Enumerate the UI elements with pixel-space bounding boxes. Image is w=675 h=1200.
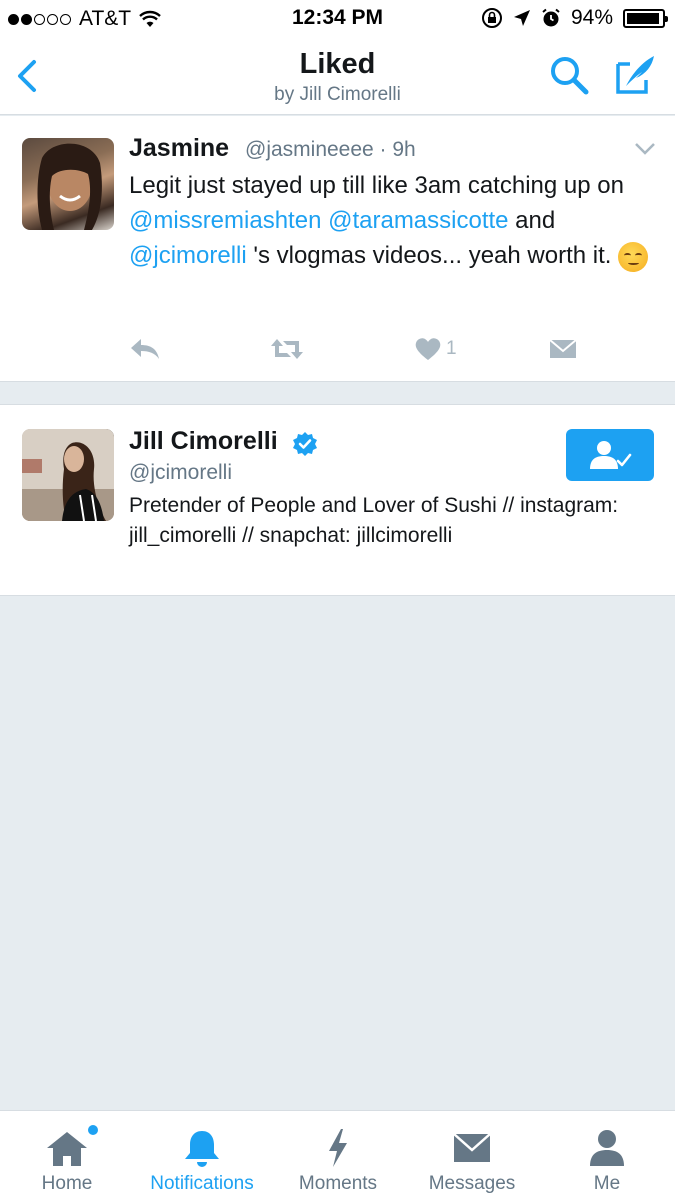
tweet-text-part: 's vlogmas videos... yeah worth it. — [246, 242, 619, 269]
rotation-lock-icon — [481, 8, 502, 28]
tab-messages[interactable]: Messages — [420, 1111, 524, 1200]
following-button[interactable] — [566, 429, 654, 481]
chevron-down-icon[interactable] — [634, 142, 656, 156]
tab-label: Messages — [428, 1173, 516, 1194]
heart-icon — [415, 338, 441, 360]
liked-tweet[interactable]: Jasmine @jasmineeee · 9h Legit just stay… — [0, 116, 675, 382]
profile-handle: @jcimorelli — [129, 461, 232, 484]
lightning-icon — [325, 1125, 351, 1171]
mention-link[interactable]: @missremiashten — [129, 207, 321, 234]
like-count: 1 — [446, 338, 457, 359]
battery-level-fill — [627, 12, 659, 24]
tweet-author-handle: @jasmineeee · 9h — [245, 138, 416, 161]
tab-bar: Home Notifications Moments Messages Me — [0, 1110, 675, 1200]
mention-link[interactable]: @jcimorelli — [129, 242, 247, 269]
verified-badge-icon — [293, 432, 317, 456]
like-button[interactable]: 1 — [414, 334, 457, 364]
tab-label: Me — [593, 1173, 621, 1194]
tab-label: Home — [41, 1173, 93, 1194]
liker-profile-card[interactable]: Jill Cimorelli @jcimorelli Pretender of … — [0, 404, 675, 596]
avatar-photo — [22, 429, 114, 521]
avatar-photo — [37, 143, 102, 230]
avatar[interactable] — [22, 429, 114, 521]
profile-bio: Pretender of People and Lover of Sushi /… — [129, 494, 619, 547]
tab-home[interactable]: Home — [24, 1111, 110, 1200]
tab-moments[interactable]: Moments — [290, 1111, 386, 1200]
person-check-icon — [590, 441, 632, 469]
search-icon[interactable] — [548, 54, 590, 96]
tab-notifications[interactable]: Notifications — [138, 1111, 266, 1200]
bell-icon — [182, 1125, 222, 1171]
tab-label: Notifications — [150, 1173, 254, 1194]
avatar[interactable] — [22, 138, 114, 230]
location-arrow-icon — [513, 10, 530, 26]
tweet-text: Legit just stayed up till like 3am catch… — [129, 168, 659, 273]
tweet-text-part: and — [508, 207, 556, 234]
tab-me[interactable]: Me — [570, 1111, 644, 1200]
tweet-actions: 1 — [129, 334, 589, 364]
reply-icon — [131, 339, 159, 359]
person-icon — [588, 1125, 626, 1171]
tab-label: Moments — [298, 1173, 378, 1194]
tweet-author-name[interactable]: Jasmine — [129, 134, 229, 163]
retweet-icon — [271, 339, 303, 359]
battery-percent: 94% — [570, 6, 613, 29]
reply-button[interactable] — [129, 334, 161, 364]
direct-message-button[interactable] — [549, 334, 577, 364]
home-icon — [45, 1125, 89, 1171]
new-activity-dot — [88, 1125, 98, 1135]
profile-name[interactable]: Jill Cimorelli — [129, 427, 278, 456]
battery-icon — [623, 8, 668, 28]
status-right: 94% — [481, 6, 668, 30]
smirking-face-emoji-icon — [618, 241, 649, 272]
envelope-icon — [549, 339, 577, 358]
compose-tweet-icon[interactable] — [612, 52, 658, 98]
tweet-text-part: Legit just stayed up till like 3am catch… — [129, 172, 624, 199]
envelope-icon — [452, 1125, 492, 1171]
retweet-button[interactable] — [269, 334, 305, 364]
navigation-bar: Liked by Jill Cimorelli — [0, 38, 675, 115]
status-bar: AT&T 12:34 PM 94% — [0, 0, 675, 38]
alarm-clock-icon — [542, 8, 560, 27]
mention-link[interactable]: @taramassicotte — [328, 207, 508, 234]
